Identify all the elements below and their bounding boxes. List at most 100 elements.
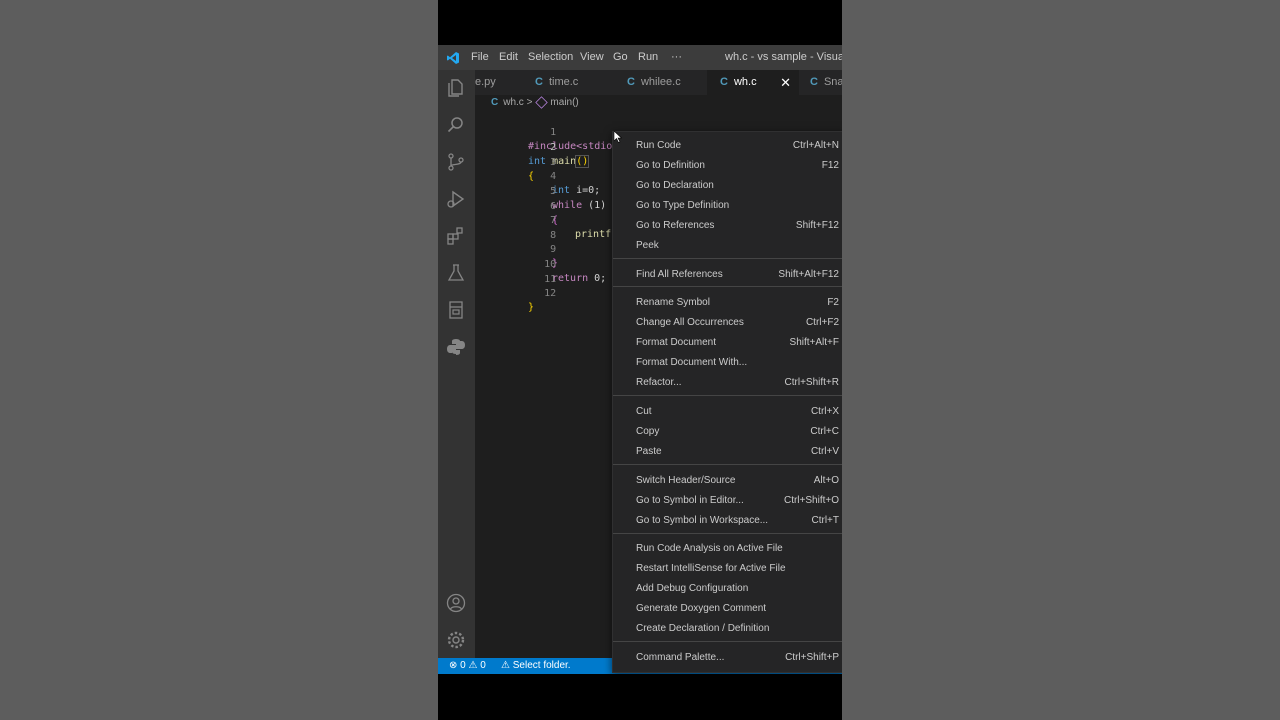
menu-view[interactable]: View (580, 51, 604, 63)
menu-item-change-all-occurrences[interactable]: Change All Occurrences Ctrl+F2 (613, 314, 842, 332)
account-icon[interactable] (446, 593, 466, 613)
menu-item-go-to-references[interactable]: Go to References Shift+F12 (613, 217, 842, 235)
breadcrumb[interactable]: Cwh.c > main() (491, 96, 579, 109)
video-frame: File Edit Selection View Go Run ··· wh.c… (438, 0, 842, 720)
settings-gear-icon[interactable] (446, 630, 466, 650)
line-number: 11 (544, 274, 557, 285)
menu-item-rename-symbol[interactable]: Rename Symbol F2 (613, 294, 842, 312)
code-line: 9 } (475, 229, 558, 269)
menu-item-switch-header-source[interactable]: Switch Header/Source Alt+O (613, 472, 842, 490)
menu-item-refactor[interactable]: Refactor... Ctrl+Shift+R (613, 374, 842, 392)
run-debug-icon[interactable] (446, 189, 466, 209)
tab-snal[interactable]: C Snal (810, 70, 842, 95)
tab-label: whilee.c (640, 76, 681, 88)
activity-bar (438, 70, 475, 658)
close-icon[interactable]: ✕ (780, 70, 791, 95)
code-text: (1) (582, 200, 607, 211)
code-line: 12 } (475, 273, 556, 313)
code-paren: () (575, 155, 590, 168)
code-line: 8 (475, 215, 556, 241)
menu-separator (613, 395, 842, 396)
code-line: 6 { (475, 186, 558, 226)
menu-go[interactable]: Go (613, 51, 628, 63)
menu-item-format-document-with[interactable]: Format Document With... (613, 354, 842, 372)
c-file-icon: C (627, 76, 635, 88)
menu-item-generate-doxygen-comment[interactable]: Generate Doxygen Comment (613, 600, 842, 618)
problems-status[interactable]: ⊗ 0 ⚠ 0 (449, 660, 486, 671)
tab-wh-c[interactable]: Cwh.c ✕ (707, 70, 799, 95)
line-number: 10 (544, 259, 557, 270)
breadcrumb-separator: > (526, 97, 533, 109)
menu-item-command-palette[interactable]: Command Palette... Ctrl+Shift+P (613, 649, 842, 667)
menu-separator (613, 286, 842, 287)
line-number: 4 (550, 171, 557, 182)
mouse-pointer-icon (614, 131, 622, 143)
menu-item-add-debug-configuration[interactable]: Add Debug Configuration (613, 580, 842, 598)
source-control-icon[interactable] (446, 152, 466, 172)
tab-label: e.py (475, 76, 496, 88)
menu-item-go-to-symbol-in-editor[interactable]: Go to Symbol in Editor... Ctrl+Shift+O (613, 492, 842, 510)
menu-item-peek[interactable]: Peek (613, 237, 842, 255)
explorer-icon[interactable] (446, 78, 466, 98)
menu-item-run-code[interactable]: Run Code Ctrl+Alt+N (613, 137, 842, 155)
menu-item-paste[interactable]: Paste Ctrl+V (613, 443, 842, 461)
menu-item-run-code-analysis[interactable]: Run Code Analysis on Active File (613, 540, 842, 558)
code-function: printf (575, 229, 612, 240)
code-line: 11 (475, 259, 556, 285)
menu-separator (613, 464, 842, 465)
title-bar: File Edit Selection View Go Run ··· wh.c… (438, 45, 842, 70)
menu-run[interactable]: Run (638, 51, 658, 63)
menu-item-cut[interactable]: Cut Ctrl+X (613, 403, 842, 421)
select-folder-status[interactable]: ⚠ Select folder. (501, 660, 571, 671)
line-number: 2 (550, 142, 557, 153)
code-line: 10 return 0; (475, 244, 606, 284)
code-line: 4 int i=0; (475, 156, 600, 196)
error-count: 0 (460, 660, 466, 671)
menu-item-go-to-type-definition[interactable]: Go to Type Definition (613, 197, 842, 215)
c-file-icon: C (810, 76, 818, 88)
error-icon: ⊗ (449, 660, 458, 671)
c-file-icon: C (535, 76, 543, 88)
menu-more[interactable]: ··· (671, 51, 682, 63)
window-title: wh.c - vs sample - Visual Stu (725, 51, 842, 63)
symbol-method-icon (535, 96, 549, 109)
menu-separator (613, 533, 842, 534)
extensions-icon[interactable] (446, 226, 466, 246)
vscode-window: File Edit Selection View Go Run ··· wh.c… (438, 45, 842, 674)
tab-label: time.c (548, 76, 579, 88)
menu-item-go-to-symbol-in-workspace[interactable]: Go to Symbol in Workspace... Ctrl+T (613, 512, 842, 530)
menu-edit[interactable]: Edit (499, 51, 518, 63)
menu-item-format-document[interactable]: Format Document Shift+Alt+F (613, 334, 842, 352)
breadcrumb-symbol[interactable]: main() (550, 97, 578, 108)
tab-whilee-c[interactable]: Cwhilee.c (627, 70, 719, 95)
menu-item-restart-intellisense[interactable]: Restart IntelliSense for Active File (613, 560, 842, 578)
breadcrumb-file[interactable]: wh.c (503, 97, 524, 108)
line-number: 6 (550, 201, 557, 212)
menu-item-find-all-references[interactable]: Find All References Shift+Alt+F12 (613, 266, 842, 284)
c-file-icon: C (720, 76, 728, 88)
menu-item-go-to-definition[interactable]: Go to Definition F12 (613, 157, 842, 175)
menu-separator (613, 641, 842, 642)
menu-item-copy[interactable]: Copy Ctrl+C (613, 423, 842, 441)
code-line: 7 printf (475, 200, 611, 240)
menu-separator (613, 258, 842, 259)
menu-item-go-to-declaration[interactable]: Go to Declaration (613, 177, 842, 195)
line-number: 9 (550, 244, 557, 255)
line-number: 8 (550, 230, 557, 241)
line-number: 12 (544, 288, 557, 299)
menu-selection[interactable]: Selection (528, 51, 573, 63)
line-number: 7 (550, 215, 557, 226)
code-keyword: while (552, 200, 583, 211)
code-keyword: return (552, 273, 589, 284)
line-number: 1 (550, 127, 557, 138)
code-brace: } (528, 302, 535, 313)
code-line: 1 #include<stdio.h> (475, 112, 630, 152)
tab-label: Snal (823, 76, 842, 88)
remote-explorer-icon[interactable] (446, 300, 466, 320)
tab-time-c[interactable]: Ctime.c (535, 70, 627, 95)
menu-file[interactable]: File (471, 51, 489, 63)
python-icon[interactable] (446, 337, 466, 357)
menu-item-create-declaration-definition[interactable]: Create Declaration / Definition (613, 620, 842, 638)
search-icon[interactable] (446, 115, 466, 135)
testing-icon[interactable] (446, 263, 466, 283)
